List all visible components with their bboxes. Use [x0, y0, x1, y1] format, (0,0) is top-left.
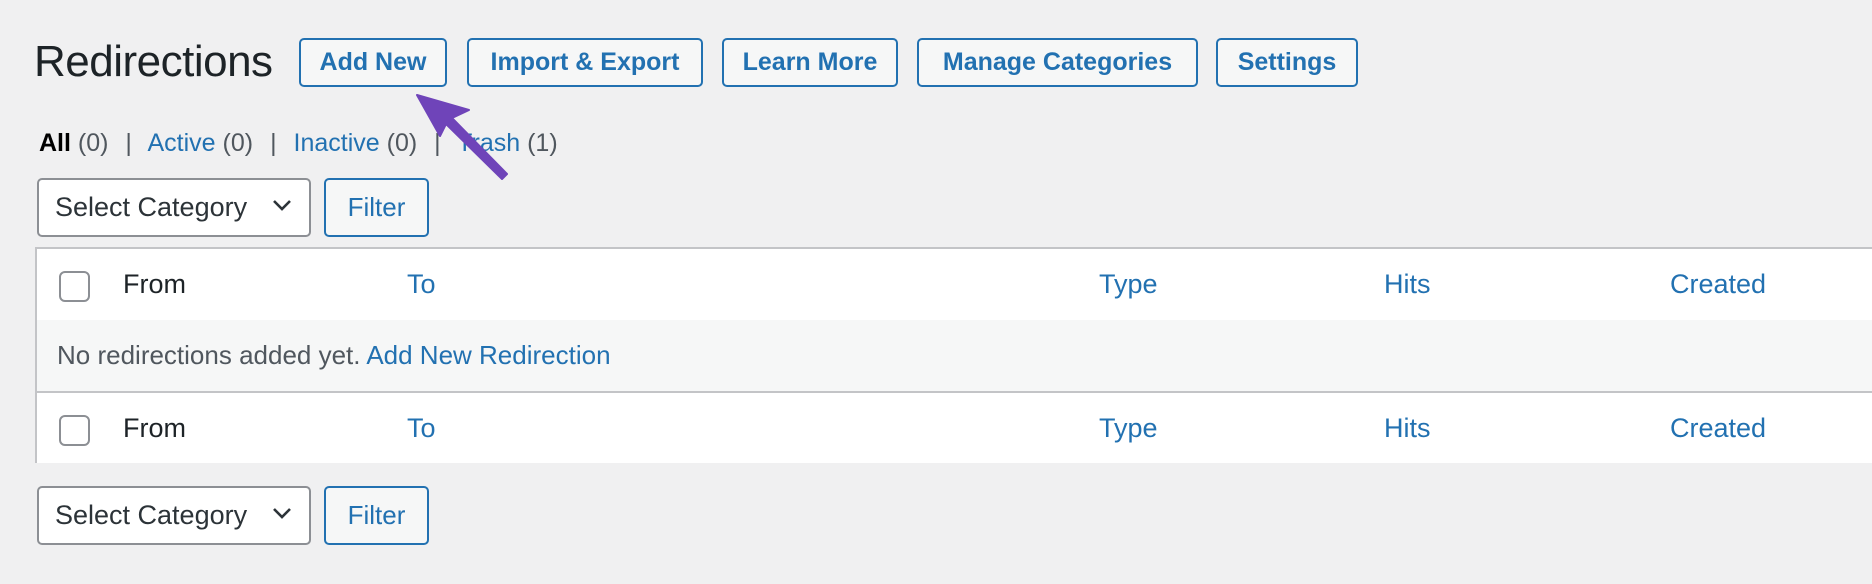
- separator: |: [270, 129, 277, 157]
- column-from: From: [123, 413, 186, 443]
- table-footer: From To Type Hits Created: [37, 393, 1872, 463]
- column-from: From: [123, 269, 186, 299]
- no-items-row: No redirections added yet. Add New Redir…: [37, 320, 1872, 393]
- chevron-down-icon: [273, 508, 291, 519]
- column-created[interactable]: Created: [1670, 411, 1766, 445]
- view-all[interactable]: All: [39, 129, 71, 157]
- select-all-checkbox[interactable]: [59, 271, 90, 302]
- view-filters: All (0) | Active (0) | Inactive (0) | Tr…: [39, 127, 558, 159]
- column-to[interactable]: To: [407, 267, 436, 301]
- view-trash-count: (1): [527, 129, 558, 157]
- view-inactive-count: (0): [386, 129, 418, 157]
- settings-button[interactable]: Settings: [1216, 38, 1358, 87]
- select-all-checkbox-footer[interactable]: [59, 415, 90, 446]
- add-new-button[interactable]: Add New: [299, 38, 447, 87]
- separator: |: [434, 129, 441, 157]
- add-new-redirection-link[interactable]: Add New Redirection: [366, 340, 610, 370]
- import-export-button[interactable]: Import & Export: [467, 38, 703, 87]
- view-active-count: (0): [222, 129, 254, 157]
- column-type[interactable]: Type: [1099, 267, 1158, 301]
- learn-more-button[interactable]: Learn More: [722, 38, 898, 87]
- separator: |: [125, 129, 132, 157]
- category-select-top[interactable]: Select Category: [37, 178, 311, 237]
- column-type[interactable]: Type: [1099, 411, 1158, 445]
- category-select-value: Select Category: [55, 192, 248, 222]
- column-hits[interactable]: Hits: [1384, 411, 1431, 445]
- chevron-down-icon: [273, 200, 291, 211]
- column-hits[interactable]: Hits: [1384, 267, 1431, 301]
- category-select-bottom[interactable]: Select Category: [37, 486, 311, 545]
- column-to[interactable]: To: [407, 411, 436, 445]
- table-header: From To Type Hits Created: [37, 249, 1872, 322]
- view-trash[interactable]: Trash: [457, 129, 520, 157]
- redirections-table: From To Type Hits Created No redirection…: [35, 247, 1872, 463]
- empty-message: No redirections added yet.: [57, 340, 361, 370]
- category-select-value: Select Category: [55, 500, 248, 530]
- manage-categories-button[interactable]: Manage Categories: [917, 38, 1198, 87]
- filter-button-top[interactable]: Filter: [324, 178, 429, 237]
- view-active[interactable]: Active: [148, 129, 216, 157]
- view-all-count: (0): [77, 129, 109, 157]
- column-created[interactable]: Created: [1670, 267, 1766, 301]
- filter-button-bottom[interactable]: Filter: [324, 486, 429, 545]
- page-title: Redirections: [34, 37, 273, 86]
- view-inactive[interactable]: Inactive: [294, 129, 380, 157]
